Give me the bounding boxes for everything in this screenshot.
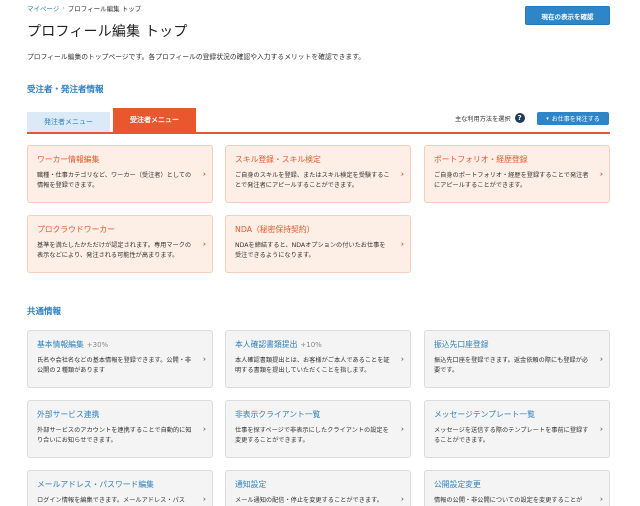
section-title-common: 共通情報	[27, 307, 62, 317]
chevron-right-icon: ›	[202, 354, 206, 364]
card-email-password[interactable]: メールアドレス・パスワード編集 ログイン情報を編集できます。メールアドレス・パス…	[27, 470, 213, 506]
card-notification-settings[interactable]: 通知設定 メール通知の配信・停止を変更することができます。 ›	[225, 470, 411, 506]
page-title: プロフィール編集 トップ	[27, 24, 188, 40]
chevron-right-icon: ›	[599, 169, 603, 179]
card-description: ご自身のスキルを登録、またはスキル検定を受験することで発注者にアピールすることが…	[235, 172, 390, 189]
chevron-right-icon: ›	[599, 494, 603, 504]
card-description: 情報の公開・非公開についての設定を変更することが	[434, 497, 583, 504]
card-title: 通知設定	[235, 480, 267, 489]
usage-selector: 主な利用方法を選択 ?	[455, 113, 525, 123]
card-title: 外部サービス連携	[37, 410, 100, 419]
card-description: 氏名や会社名などの基本情報を登録できます。公開・非公開の２種類があります	[37, 357, 192, 374]
chevron-right-icon: ›	[202, 239, 206, 249]
card-title: 公開設定変更	[434, 480, 481, 489]
caret-down-icon: ▾	[546, 115, 549, 122]
chevron-right-icon: ›	[400, 424, 404, 434]
page-description: プロフィール編集のトップページです。各プロフィールの登録状況の確認や入力するメリ…	[27, 53, 366, 61]
card-pro-crowdworker[interactable]: プロクラウドワーカー 基準を満たしたかただけが認定されます。専用マークの表示など…	[27, 215, 213, 273]
card-description: 振込先口座を登録できます。返金依頼の際にも登録が必要です。	[434, 357, 589, 374]
card-message-templates[interactable]: メッセージテンプレート一覧 メッセージを送信する際のテンプレートを事前に登録する…	[424, 400, 610, 458]
chevron-right-icon: ›	[599, 424, 603, 434]
breadcrumb: マイページ › プロフィール編集 トップ	[27, 3, 142, 14]
chevron-right-icon: ›	[400, 239, 404, 249]
card-title: メールアドレス・パスワード編集	[37, 480, 154, 489]
card-description: メッセージを送信する際のテンプレートを事前に登録することができます。	[434, 427, 589, 444]
help-icon[interactable]: ?	[514, 113, 525, 123]
order-job-button[interactable]: ▾ お仕事を発注する	[537, 112, 609, 125]
card-title: 非表示クライアント一覧	[235, 410, 321, 419]
card-title: NDA（秘密保持契約）	[235, 225, 315, 234]
card-basic-info[interactable]: 基本情報編集 +30% 氏名や会社名などの基本情報を登録できます。公開・非公開の２…	[27, 330, 213, 388]
order-job-label: お仕事を発注する	[551, 116, 600, 123]
card-title: 振込先口座登録	[434, 340, 489, 349]
chevron-right-icon: ›	[599, 354, 603, 364]
card-description: 職種・仕事カテゴリなど、ワーカー（受注者）としての情報を登録できます。	[37, 172, 192, 189]
card-worker-info[interactable]: ワーカー情報編集 職種・仕事カテゴリなど、ワーカー（受注者）としての情報を登録で…	[27, 145, 213, 203]
chevron-right-icon: ›	[202, 424, 206, 434]
completion-bonus: +30%	[86, 341, 109, 349]
card-bank-account[interactable]: 振込先口座登録 振込先口座を登録できます。返金依頼の際にも登録が必要です。 ›	[424, 330, 610, 388]
card-skill[interactable]: スキル登録・スキル検定 ご自身のスキルを登録、またはスキル検定を受験することで発…	[225, 145, 411, 203]
completion-bonus: +10%	[300, 341, 322, 349]
chevron-right-icon: ›	[400, 494, 404, 504]
card-title: ポートフォリオ・経歴登録	[434, 155, 528, 164]
breadcrumb-home-link[interactable]: マイページ	[27, 3, 59, 13]
card-title: プロクラウドワーカー	[37, 225, 115, 234]
card-portfolio[interactable]: ポートフォリオ・経歴登録 ご自身のポートフォリオ・経歴を登録することで発注者にア…	[424, 145, 610, 203]
card-description: 基準を満たしたかただけが認定されます。専用マークの表示などにより、発注される可能…	[37, 242, 192, 259]
card-identity-docs[interactable]: 本人確認書類提出 +10% 本人確認書類提出とは、お客様がご本人であることを証明す…	[225, 330, 411, 388]
breadcrumb-current: プロフィール編集 トップ	[67, 5, 142, 13]
card-visibility-settings[interactable]: 公開設定変更 情報の公開・非公開についての設定を変更することが ›	[424, 470, 610, 506]
chevron-right-icon: ›	[202, 169, 206, 179]
card-title: ワーカー情報編集	[37, 155, 100, 164]
card-description: 外部サービスのアカウントを連携することで自動的に知り合いにお知らせできます。	[37, 427, 192, 444]
card-title: 基本情報編集 +30%	[37, 340, 109, 349]
card-hidden-clients[interactable]: 非表示クライアント一覧 仕事を探すページで非表示にしたクライアントの設定を変更す…	[225, 400, 411, 458]
breadcrumb-separator-icon: ›	[62, 4, 65, 12]
card-description: メール通知の配信・停止を変更することができます。	[235, 497, 383, 504]
usage-label: 主な利用方法を選択	[455, 115, 511, 123]
card-nda[interactable]: NDA（秘密保持契約） NDAを締結すると、NDAオプションの付いたお仕事を受注…	[225, 215, 411, 273]
card-title: スキル登録・スキル検定	[235, 155, 321, 164]
view-current-display-button[interactable]: 現在の表示を確認	[525, 6, 610, 25]
tab-worker-menu[interactable]: 受注者メニュー	[113, 108, 196, 132]
card-description: 仕事を探すページで非表示にしたクライアントの設定を変更することができます。	[235, 427, 389, 444]
chevron-right-icon: ›	[202, 494, 206, 504]
card-external-services[interactable]: 外部サービス連携 外部サービスのアカウントを連携することで自動的に知り合いにお知…	[27, 400, 213, 458]
chevron-right-icon: ›	[400, 354, 404, 364]
chevron-right-icon: ›	[400, 169, 404, 179]
tab-client-menu[interactable]: 発注者メニュー	[27, 112, 110, 132]
card-title: メッセージテンプレート一覧	[434, 410, 535, 419]
section-title-client-worker: 受注者・発注者情報	[27, 85, 104, 95]
card-description: ご自身のポートフォリオ・経歴を登録することで発注者にアピールすることができます。	[434, 172, 589, 189]
card-description: NDAを締結すると、NDAオプションの付いたお仕事を受注できるようになります。	[235, 242, 386, 259]
card-description: ログイン情報を編集できます。メールアドレス・パス	[37, 497, 185, 504]
card-description: 本人確認書類提出とは、お客様がご本人であることを証明する書類を提出していただくこ…	[235, 357, 390, 374]
card-title: 本人確認書類提出 +10%	[235, 340, 322, 349]
